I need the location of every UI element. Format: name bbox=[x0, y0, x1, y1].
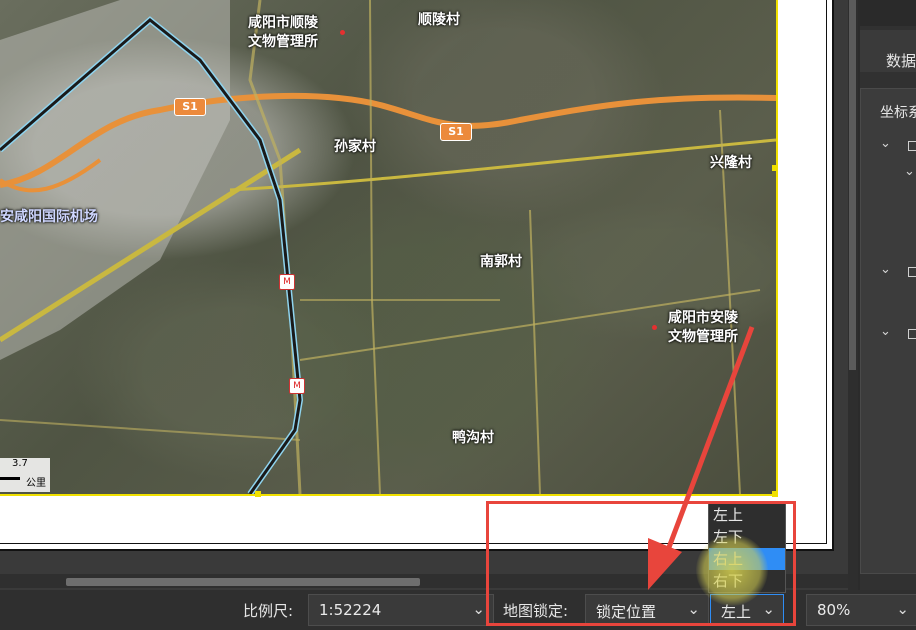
tab-data[interactable]: 数据 bbox=[886, 50, 916, 71]
metro-station-icon: M bbox=[279, 274, 295, 290]
panel-header bbox=[860, 0, 916, 26]
vertical-scrollbar-thumb[interactable] bbox=[849, 0, 856, 370]
road-ns-2 bbox=[369, 0, 381, 494]
scale-bar-unit: 公里 bbox=[26, 478, 46, 489]
chevron-down-icon[interactable]: ⌄ bbox=[880, 324, 891, 339]
section-coordinate-system[interactable]: 坐标系 bbox=[880, 102, 916, 122]
chevron-down-icon[interactable]: ⌄ bbox=[904, 164, 915, 179]
chevron-down-icon[interactable]: ⌄ bbox=[880, 136, 891, 151]
scale-label: 比例尺: bbox=[243, 602, 294, 620]
route-shield-s1: S1 bbox=[440, 123, 472, 141]
chevron-down-icon[interactable]: ⌄ bbox=[880, 262, 891, 277]
scale-bar: 3.7 公里 bbox=[0, 458, 50, 492]
map-overlay bbox=[0, 0, 776, 494]
chevron-down-icon: ⌄ bbox=[472, 600, 485, 618]
road-east bbox=[229, 138, 776, 192]
checkbox[interactable] bbox=[908, 141, 916, 151]
scale-bar-line bbox=[0, 477, 20, 480]
label-shunling-village: 顺陵村 bbox=[418, 12, 460, 28]
resize-handle[interactable] bbox=[772, 165, 778, 171]
label-xinglong-village: 兴隆村 bbox=[710, 155, 752, 171]
poi-marker bbox=[652, 325, 657, 330]
scale-bar-value: 3.7 bbox=[12, 458, 28, 469]
resize-handle[interactable] bbox=[255, 491, 261, 497]
label-airport: 安咸阳国际机场 bbox=[0, 209, 98, 225]
road-ew-4 bbox=[0, 419, 301, 441]
road-north-south bbox=[248, 0, 302, 494]
label-sunjia-village: 孙家村 bbox=[334, 139, 376, 155]
checkbox[interactable] bbox=[908, 267, 916, 277]
label-anling-museum: 咸阳市安陵 文物管理所 bbox=[668, 310, 738, 345]
road-ns-3 bbox=[529, 209, 541, 494]
zoom-value: 80% bbox=[817, 601, 851, 619]
label-shunling-museum: 咸阳市顺陵 文物管理所 bbox=[248, 15, 318, 50]
label-yagou-village: 鸭沟村 bbox=[452, 430, 494, 446]
label-nanguo-village: 南郭村 bbox=[480, 254, 522, 270]
checkbox[interactable] bbox=[908, 329, 916, 339]
annotation-highlight-box bbox=[486, 501, 796, 626]
map-frame[interactable]: 咸阳市顺陵 文物管理所 顺陵村 孙家村 兴隆村 安咸阳国际机场 南郭村 咸阳市安陵… bbox=[0, 0, 778, 496]
scale-combobox[interactable]: 1:52224 ⌄ bbox=[308, 594, 494, 626]
route-shield-s1: S1 bbox=[174, 98, 206, 116]
horizontal-scrollbar-thumb[interactable] bbox=[66, 578, 420, 586]
resize-handle[interactable] bbox=[772, 491, 778, 497]
poi-marker bbox=[340, 30, 345, 35]
metro-station-icon: M bbox=[289, 378, 305, 394]
zoom-combobox[interactable]: 80% ⌄ bbox=[806, 594, 916, 626]
chevron-down-icon: ⌄ bbox=[896, 600, 909, 618]
scale-value: 1:52224 bbox=[319, 601, 382, 619]
data-panel: 数据 坐标系 ⌄ ⌄ ⌄ ⌄ bbox=[860, 0, 916, 590]
